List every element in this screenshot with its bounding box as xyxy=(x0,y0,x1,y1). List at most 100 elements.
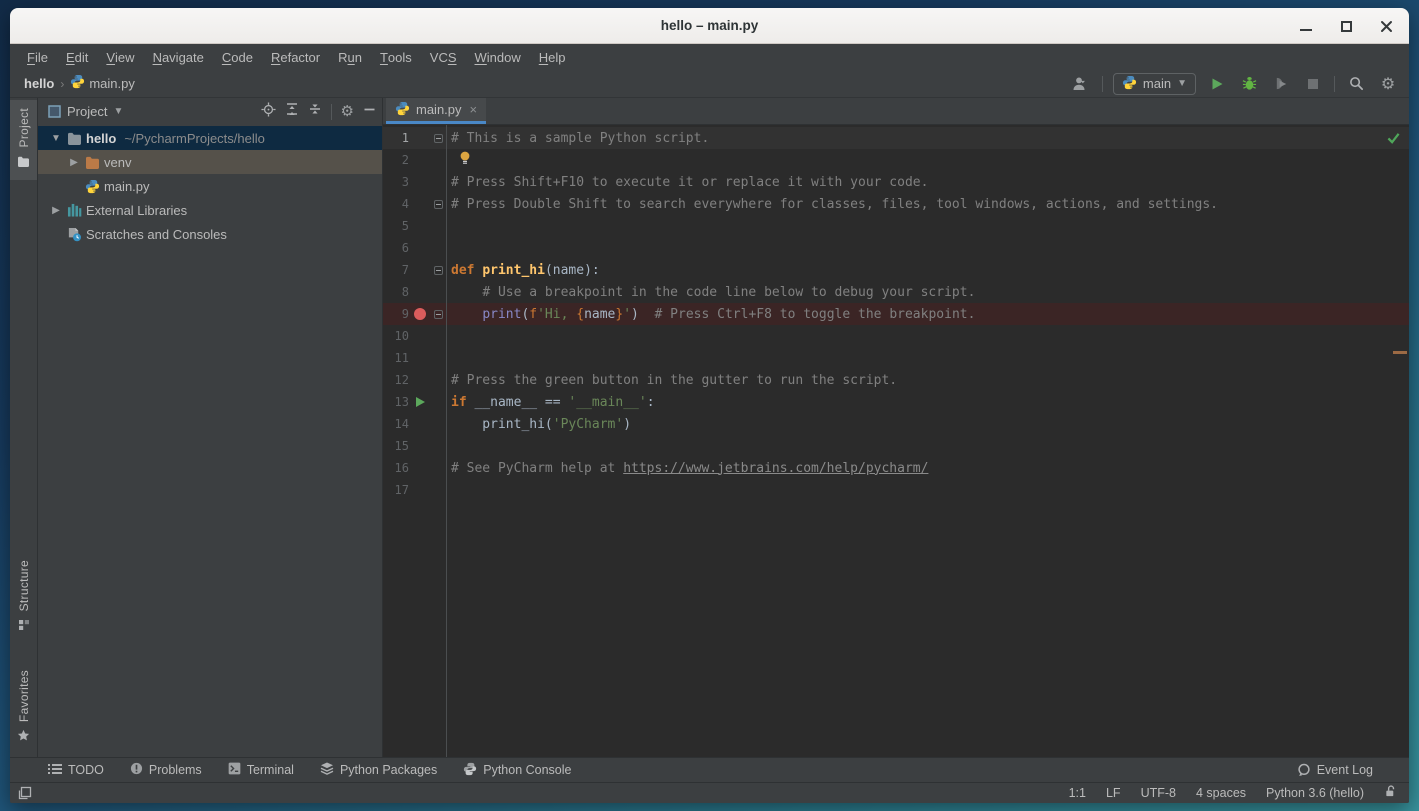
inspection-ok-icon[interactable] xyxy=(1387,132,1400,148)
maximize-button[interactable] xyxy=(1333,13,1359,39)
chevron-right-icon[interactable]: ▶ xyxy=(48,205,64,216)
breadcrumb-file[interactable]: main.py xyxy=(89,76,135,91)
tool-window-button-problems[interactable]: Problems xyxy=(130,762,202,778)
intention-bulb-icon[interactable] xyxy=(459,151,471,165)
code-line-16[interactable]: 16# See PyCharm help at https://www.jetb… xyxy=(383,457,1409,479)
fold-marker[interactable] xyxy=(431,310,446,319)
fold-marker[interactable] xyxy=(431,200,446,209)
breakpoint-dot[interactable] xyxy=(409,308,431,320)
run-line-button[interactable] xyxy=(409,397,431,407)
fold-marker[interactable] xyxy=(431,266,446,275)
debug-button[interactable] xyxy=(1238,73,1260,95)
code-line-1[interactable]: 1# This is a sample Python script. xyxy=(383,127,1409,149)
run-arrow-icon[interactable] xyxy=(416,397,425,407)
collapse-all-button[interactable] xyxy=(308,102,322,121)
menu-refactor[interactable]: Refactor xyxy=(262,44,329,70)
code-line-4[interactable]: 4# Press Double Shift to search everywhe… xyxy=(383,193,1409,215)
packages-icon xyxy=(320,762,334,778)
code-line-5[interactable]: 5 xyxy=(383,215,1409,237)
panel-header-icons: ⚙ xyxy=(261,102,376,122)
code-line-11[interactable]: 11 xyxy=(383,347,1409,369)
hide-panel-button[interactable] xyxy=(363,103,376,121)
line-number: 1 xyxy=(383,131,409,145)
status-caret-position[interactable]: 1:1 xyxy=(1069,786,1086,800)
fold-icon[interactable] xyxy=(434,134,443,143)
code-line-15[interactable]: 15 xyxy=(383,435,1409,457)
menu-file[interactable]: File xyxy=(18,44,57,70)
code-line-13[interactable]: 13if __name__ == '__main__': xyxy=(383,391,1409,413)
code-line-text: # Press Double Shift to search everywher… xyxy=(446,197,1218,212)
code-editor[interactable]: 1# This is a sample Python script.23# Pr… xyxy=(383,125,1409,757)
fold-icon[interactable] xyxy=(434,266,443,275)
menu-help[interactable]: Help xyxy=(530,44,575,70)
status-encoding[interactable]: UTF-8 xyxy=(1141,786,1176,800)
run-with-coverage-button[interactable] xyxy=(1270,73,1292,95)
panel-settings-button[interactable]: ⚙ xyxy=(341,102,354,121)
menu-run[interactable]: Run xyxy=(329,44,371,70)
tool-window-switcher-button[interactable] xyxy=(18,786,32,800)
code-line-14[interactable]: 14 print_hi('PyCharm') xyxy=(383,413,1409,435)
run-configuration-select[interactable]: main ▼ xyxy=(1113,73,1196,95)
status-interpreter[interactable]: Python 3.6 (hello) xyxy=(1266,786,1364,800)
code-line-10[interactable]: 10 xyxy=(383,325,1409,347)
code-line-6[interactable]: 6 xyxy=(383,237,1409,259)
minimize-button[interactable] xyxy=(1293,13,1319,39)
menu-window[interactable]: Window xyxy=(466,44,530,70)
menu-edit[interactable]: Edit xyxy=(57,44,97,70)
chevron-right-icon[interactable]: ▶ xyxy=(66,157,82,168)
tab-close-icon[interactable]: × xyxy=(470,102,478,117)
breadcrumb-project[interactable]: hello xyxy=(24,76,54,91)
stripe-button-structure[interactable]: Structure xyxy=(10,552,37,644)
titlebar[interactable]: hello – main.py xyxy=(10,8,1409,44)
tree-item-external-libraries[interactable]: ▶External Libraries xyxy=(38,198,382,222)
chevron-down-icon[interactable]: ▼ xyxy=(48,133,64,144)
project-panel-title[interactable]: Project xyxy=(67,104,107,119)
menu-vcs[interactable]: VCS xyxy=(421,44,466,70)
fold-icon[interactable] xyxy=(434,310,443,319)
menu-code[interactable]: Code xyxy=(213,44,262,70)
run-icon xyxy=(1210,77,1224,91)
tab-main-py[interactable]: main.py × xyxy=(386,98,486,124)
menu-tools[interactable]: Tools xyxy=(371,44,421,70)
code-line-7[interactable]: 7def print_hi(name): xyxy=(383,259,1409,281)
menu-navigate[interactable]: Navigate xyxy=(144,44,213,70)
fold-marker[interactable] xyxy=(431,134,446,143)
code-line-9[interactable]: 9 print(f'Hi, {name}') # Press Ctrl+F8 t… xyxy=(383,303,1409,325)
stripe-label-favorites: Favorites xyxy=(17,670,31,722)
expand-all-button[interactable] xyxy=(285,102,299,121)
settings-button[interactable]: ⚙ xyxy=(1377,73,1399,95)
tree-item-venv[interactable]: ▶venv xyxy=(38,150,382,174)
status-indent[interactable]: 4 spaces xyxy=(1196,786,1246,800)
code-line-3[interactable]: 3# Press Shift+F10 to execute it or repl… xyxy=(383,171,1409,193)
stripe-button-project[interactable]: Project xyxy=(10,100,37,180)
menu-view[interactable]: View xyxy=(97,44,143,70)
error-stripe-breakpoint-mark[interactable] xyxy=(1393,351,1407,354)
locate-button[interactable] xyxy=(261,102,276,122)
code-line-2[interactable]: 2 xyxy=(383,149,1409,171)
code-line-17[interactable]: 17 xyxy=(383,479,1409,501)
code-line-12[interactable]: 12# Press the green button in the gutter… xyxy=(383,369,1409,391)
user-button[interactable] xyxy=(1070,73,1092,95)
run-button[interactable] xyxy=(1206,73,1228,95)
tool-window-button-todo[interactable]: TODO xyxy=(48,763,104,778)
lock-widget[interactable] xyxy=(1384,785,1397,801)
tool-window-button-terminal[interactable]: Terminal xyxy=(228,762,294,778)
code-line-8[interactable]: 8 # Use a breakpoint in the code line be… xyxy=(383,281,1409,303)
fold-icon[interactable] xyxy=(434,200,443,209)
stripe-button-favorites[interactable]: Favorites xyxy=(10,662,37,755)
search-everywhere-button[interactable] xyxy=(1345,73,1367,95)
breakpoint-icon[interactable] xyxy=(414,308,426,320)
toolbar-separator xyxy=(1334,76,1335,92)
stop-button[interactable] xyxy=(1302,73,1324,95)
tool-window-button-python-packages[interactable]: Python Packages xyxy=(320,762,437,778)
code-line-text: # Press Shift+F10 to execute it or repla… xyxy=(446,175,928,190)
chevron-down-icon[interactable]: ▼ xyxy=(113,106,123,117)
tree-item-hello[interactable]: ▼hello~/PycharmProjects/hello xyxy=(38,126,382,150)
status-line-separator[interactable]: LF xyxy=(1106,786,1121,800)
tool-window-button-python-console[interactable]: Python Console xyxy=(463,762,571,779)
tree-item-main-py[interactable]: main.py xyxy=(38,174,382,198)
close-button[interactable] xyxy=(1373,13,1399,39)
tree-item-scratches-and-consoles[interactable]: Scratches and Consoles xyxy=(38,222,382,246)
event-log-button[interactable]: Event Log xyxy=(1297,763,1395,777)
code-token: # Press Double Shift to search everywher… xyxy=(451,197,1218,212)
